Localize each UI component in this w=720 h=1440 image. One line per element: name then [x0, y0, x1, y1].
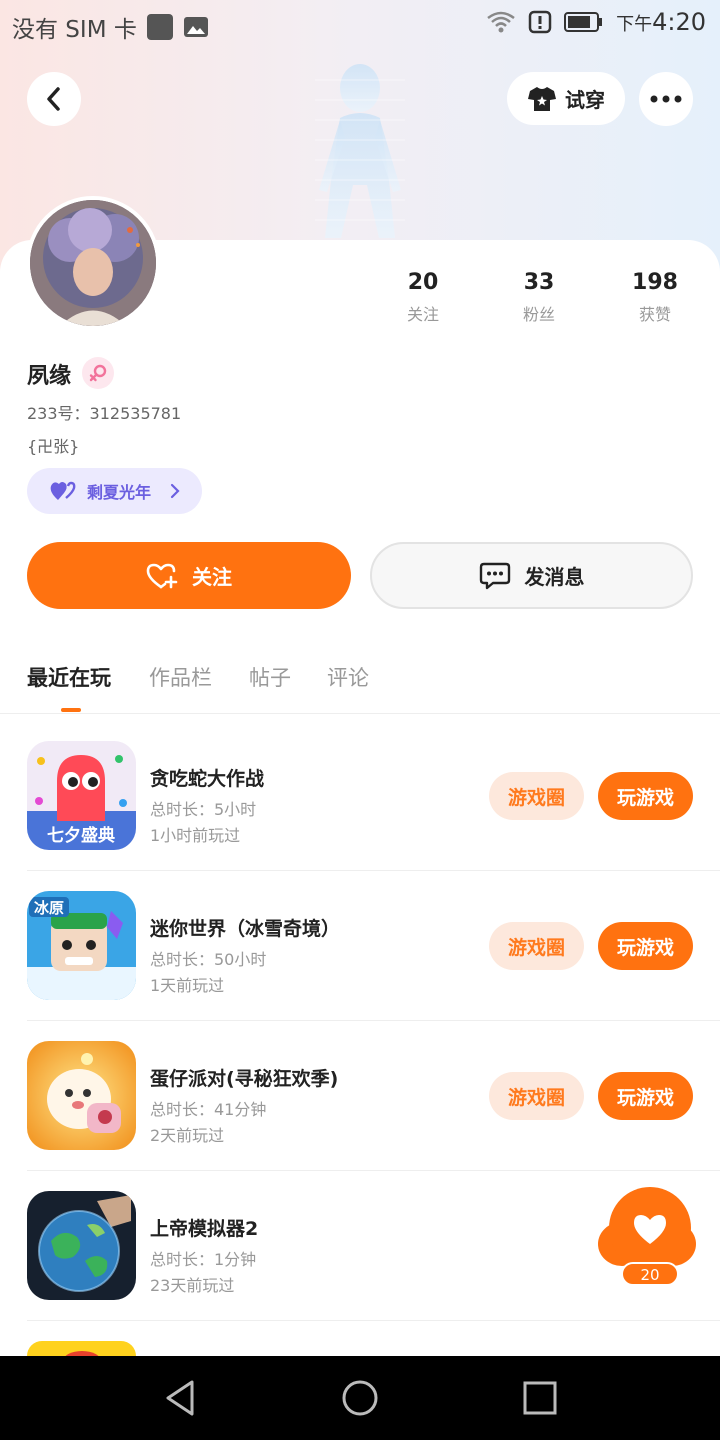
message-button[interactable]: 发消息 — [370, 542, 693, 609]
game-circle-button[interactable]: 游戏圈 — [489, 772, 584, 820]
female-icon — [89, 364, 107, 382]
notification-icon — [146, 14, 173, 40]
game-last-played: 2天前玩过 — [150, 1126, 225, 1145]
more-button[interactable] — [639, 72, 693, 126]
avatar-3d-figure — [315, 64, 405, 238]
chat-icon — [479, 562, 510, 589]
play-game-button[interactable]: 玩游戏 — [598, 1072, 693, 1120]
message-label: 发消息 — [524, 565, 585, 589]
like-count: 20 — [640, 1266, 660, 1284]
gender-badge — [82, 357, 114, 389]
mini-world-game-icon: 冰原 — [27, 891, 136, 1000]
status-bar: 没有 SIM 卡 下午4:20 — [0, 0, 720, 50]
tab-recently-played[interactable]: 最近在玩 — [27, 662, 111, 692]
row-divider — [27, 1320, 720, 1321]
user-id: 233号：312535781 — [27, 404, 182, 423]
game-title: 上帝模拟器2 — [150, 1218, 259, 1240]
stat-likes-value: 198 — [632, 270, 678, 295]
stat-likes-label: 获赞 — [638, 305, 671, 324]
status-right: 下午4:20 — [486, 8, 706, 36]
clock-time: 4:20 — [652, 8, 706, 36]
game-duration: 总时长：1分钟 — [150, 1250, 257, 1269]
tab-comments[interactable]: 评论 — [327, 662, 369, 692]
stat-followers-label: 粉丝 — [522, 305, 555, 324]
follow-button[interactable]: 关注 — [27, 542, 351, 609]
game-title: 蛋仔派对(寻秘狂欢季) — [150, 1068, 339, 1090]
back-button[interactable] — [27, 72, 81, 126]
badge-label: 剩夏光年 — [87, 483, 152, 502]
shirt-icon — [528, 86, 556, 111]
game-icon-eggy-party[interactable] — [27, 1041, 136, 1150]
game-duration: 总时长：50小时 — [150, 950, 267, 969]
alert-icon — [528, 10, 552, 34]
tabs-divider — [0, 713, 720, 714]
game-duration: 总时长：41分钟 — [150, 1100, 267, 1119]
clock: 下午4:20 — [616, 8, 706, 36]
home-nav-icon[interactable] — [341, 1379, 379, 1417]
back-icon — [47, 87, 60, 111]
stat-followers-value: 33 — [523, 270, 555, 295]
follow-label: 关注 — [192, 565, 232, 589]
stat-followers[interactable]: 33 粉丝 — [494, 270, 584, 325]
snake-game-icon: 七夕盛典 — [27, 741, 136, 850]
game-icon-snake[interactable]: 七夕盛典 — [27, 741, 136, 850]
mini-world-icon-text: 冰原 — [34, 899, 64, 917]
heart-plus-icon — [146, 563, 178, 588]
navigation-bar — [0, 1356, 720, 1440]
game-icon-partial[interactable] — [27, 1341, 136, 1356]
game-last-played: 1天前玩过 — [150, 976, 225, 995]
eggy-party-game-icon — [27, 1041, 136, 1150]
tab-posts[interactable]: 帖子 — [249, 662, 291, 692]
wifi-icon — [487, 11, 515, 33]
chevron-right-icon — [170, 483, 180, 499]
game-title: 贪吃蛇大作战 — [150, 768, 265, 790]
battery-icon — [564, 12, 603, 32]
back-nav-icon[interactable] — [162, 1378, 198, 1418]
tab-works[interactable]: 作品栏 — [149, 662, 212, 692]
clock-prefix: 下午 — [616, 14, 653, 35]
relationship-badge[interactable]: 剩夏光年 — [27, 468, 202, 514]
username: 夙缘 — [27, 364, 72, 389]
like-floating-button[interactable]: 20 — [598, 1186, 696, 1286]
game-row[interactable]: 冰原 迷你世界（冰雪奇境） 总时长：50小时 1天前玩过 游戏圈 玩游戏 — [0, 871, 720, 1021]
god-simulator-game-icon — [27, 1191, 136, 1300]
game-row[interactable]: 七夕盛典 贪吃蛇大作战 总时长：5小时 1小时前玩过 游戏圈 玩游戏 — [0, 721, 720, 871]
stat-following[interactable]: 20 关注 — [378, 270, 468, 325]
user-bio: {卍张} — [27, 437, 80, 456]
game-icon-god-simulator[interactable] — [27, 1191, 136, 1300]
game-last-played: 1小时前玩过 — [150, 826, 241, 845]
game-title: 迷你世界（冰雪奇境） — [150, 918, 341, 940]
game-icon-mini-world[interactable]: 冰原 — [27, 891, 136, 1000]
try-on-button[interactable]: 试穿 — [507, 72, 625, 125]
image-icon — [183, 17, 208, 37]
carrier-text: 没有 SIM 卡 — [12, 17, 137, 43]
avatar[interactable] — [26, 196, 160, 330]
stat-likes[interactable]: 198 获赞 — [610, 270, 700, 325]
game-last-played: 23天前玩过 — [150, 1276, 235, 1295]
game-duration: 总时长：5小时 — [150, 800, 257, 819]
tab-active-indicator — [61, 708, 81, 712]
status-left: 没有 SIM 卡 — [12, 10, 209, 44]
play-game-button[interactable]: 玩游戏 — [598, 922, 693, 970]
recents-nav-icon[interactable] — [523, 1381, 557, 1415]
try-on-label: 试穿 — [565, 88, 605, 112]
stat-following-label: 关注 — [406, 305, 439, 324]
more-icon — [650, 95, 682, 103]
game-circle-button[interactable]: 游戏圈 — [489, 1072, 584, 1120]
double-heart-icon — [50, 481, 76, 500]
snake-icon-text: 七夕盛典 — [47, 825, 115, 846]
avatar-image — [30, 200, 156, 326]
stat-following-value: 20 — [407, 270, 439, 295]
play-game-button[interactable]: 玩游戏 — [598, 772, 693, 820]
game-row[interactable]: 蛋仔派对(寻秘狂欢季) 总时长：41分钟 2天前玩过 游戏圈 玩游戏 — [0, 1021, 720, 1171]
game-circle-button[interactable]: 游戏圈 — [489, 922, 584, 970]
